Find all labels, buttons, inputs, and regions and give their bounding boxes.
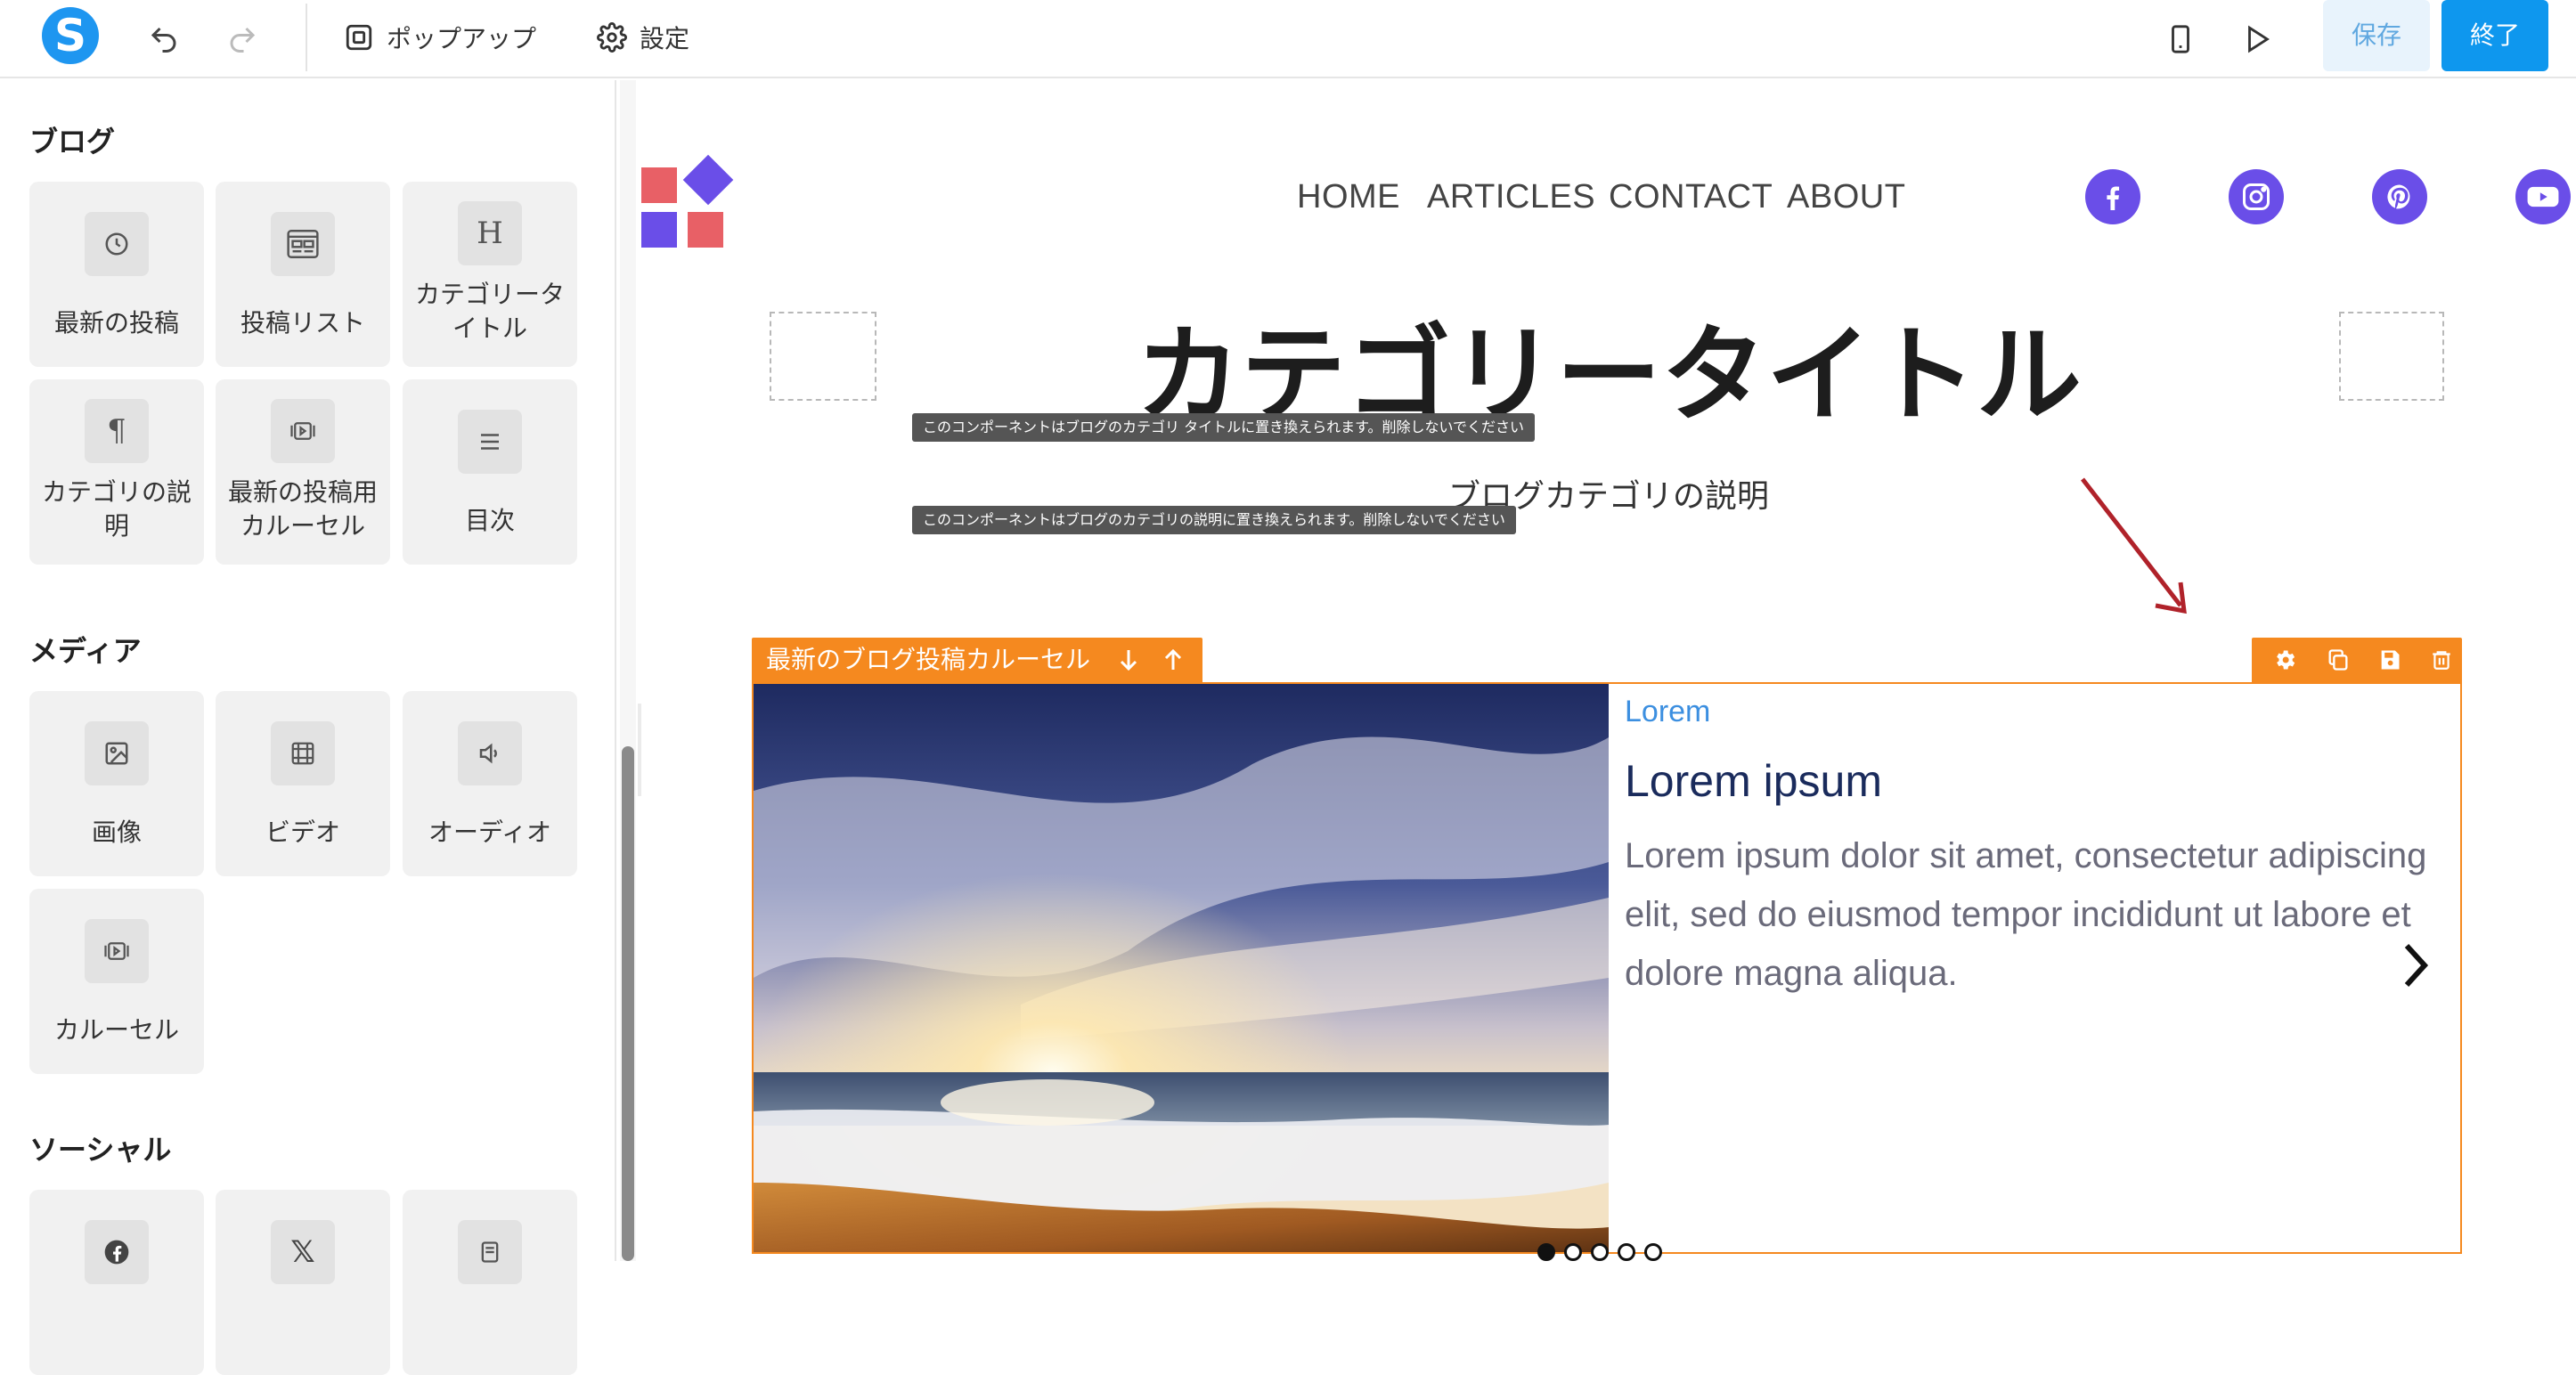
carousel-icon [85,919,149,983]
tile-latest-posts-carousel[interactable]: 最新の投稿用カルーセル [216,379,390,565]
tile-audio[interactable]: オーディオ [403,691,577,876]
form-icon [458,1220,522,1284]
tile-label: オーディオ [428,818,552,847]
tile-x[interactable]: 𝕏 [216,1190,390,1375]
tile-label: カテゴリータイトル [414,280,565,343]
tile-label: 画像 [91,818,142,847]
tile-label: ビデオ [265,818,340,847]
slide-image [754,684,1609,1252]
tile-post-list[interactable]: 投稿リスト [216,182,390,367]
clock-icon [85,212,149,276]
component-toolbar [2252,638,2462,682]
x-icon: 𝕏 [271,1220,335,1284]
section-title-media: メディア [29,634,142,668]
tile-label: カテゴリの説明 [41,477,192,541]
move-up-icon[interactable] [1149,647,1197,672]
video-icon [271,721,335,785]
instagram-icon[interactable] [2229,169,2284,224]
carousel-pagination [1537,1243,1662,1261]
youtube-icon[interactable] [2515,169,2571,224]
done-button[interactable]: 終了 [2441,0,2548,71]
tile-form[interactable] [403,1190,577,1375]
redo-icon[interactable] [223,20,262,59]
popup-button[interactable]: ポップアップ [344,18,536,57]
tile-video[interactable]: ビデオ [216,691,390,876]
nav-contact[interactable]: CONTACT [1609,178,1773,216]
carousel-component-label: 最新のブログ投稿カルーセル [766,645,1091,674]
category-description-notice: このコンポーネントはブログのカテゴリの説明に置き換えられます。削除しないでくださ… [912,506,1516,534]
post-title[interactable]: Lorem ipsum [1625,755,1882,807]
tile-latest-posts[interactable]: 最新の投稿 [29,182,204,367]
facebook-icon [85,1220,149,1284]
nav-about[interactable]: ABOUT [1787,178,1905,216]
gear-icon[interactable] [2270,645,2300,675]
tile-facebook[interactable] [29,1190,204,1375]
mobile-preview-icon[interactable] [2161,20,2200,59]
pagination-dot[interactable] [1591,1243,1609,1261]
popup-icon [346,24,372,51]
carousel-icon [271,399,335,463]
settings-button[interactable]: 設定 [597,18,689,57]
element-panel: ブログ 最新の投稿 投稿リスト H カテゴリータイトル ¶ カテゴリの説明 最新… [0,80,616,1375]
list-icon [458,410,522,474]
panel-scrollbar-thumb[interactable] [622,746,634,1261]
paragraph-icon: ¶ [85,399,149,463]
pagination-dot[interactable] [1564,1243,1582,1261]
tile-table-of-contents[interactable]: 目次 [403,379,577,565]
tile-label: カルーセル [53,1015,179,1045]
tile-category-description[interactable]: ¶ カテゴリの説明 [29,379,204,565]
popup-label: ポップアップ [387,24,537,53]
tile-image[interactable]: 画像 [29,691,204,876]
gear-icon [597,22,627,53]
tile-category-title[interactable]: H カテゴリータイトル [403,182,577,367]
nav-home[interactable]: HOME [1297,178,1400,216]
move-down-icon[interactable] [1108,647,1149,672]
annotation-arrow [2081,477,2187,614]
undo-icon[interactable] [144,20,183,59]
carousel-selection-label[interactable]: 最新のブログ投稿カルーセル [752,638,1203,682]
pinterest-icon[interactable] [2372,169,2427,224]
settings-label: 設定 [640,24,690,53]
tile-label: 投稿リスト [240,308,365,338]
save-component-icon[interactable] [2375,645,2405,675]
tile-carousel[interactable]: カルーセル [29,889,204,1074]
nav-articles[interactable]: ARTICLES [1427,178,1595,216]
post-category-tag[interactable]: Lorem [1625,695,1710,729]
audio-icon [458,721,522,785]
category-title-notice: このコンポーネントはブログのカテゴリ タイトルに置き換えられます。削除しないでく… [912,413,1536,442]
pagination-dot[interactable] [1537,1243,1555,1261]
image-icon [85,721,149,785]
pagination-dot[interactable] [1644,1243,1662,1261]
facebook-icon[interactable] [2085,169,2140,224]
section-title-social: ソーシャル [29,1133,172,1167]
delete-icon[interactable] [2426,645,2457,675]
site-logo[interactable] [641,154,734,251]
section-title-blog: ブログ [29,125,116,159]
play-icon[interactable] [2238,20,2277,59]
pagination-dot[interactable] [1618,1243,1635,1261]
tile-label: 最新の投稿 [53,308,179,338]
toolbar-divider [306,4,307,71]
post-excerpt: Lorem ipsum dolor sit amet, consectetur … [1625,836,2427,993]
page-canvas: HOME ARTICLES CONTACT ABOUT カテゴリータイトル この… [641,80,2576,1261]
heading-icon: H [458,201,522,265]
save-button[interactable]: 保存 [2323,0,2430,71]
app-logo[interactable]: S [42,7,99,64]
tile-label: 最新の投稿用カルーセル [227,477,378,541]
duplicate-icon[interactable] [2323,645,2353,675]
top-toolbar: S ポップアップ 設定 保存 終了 [0,0,2576,78]
tile-label: 目次 [464,506,515,535]
post-list-icon [271,212,335,276]
